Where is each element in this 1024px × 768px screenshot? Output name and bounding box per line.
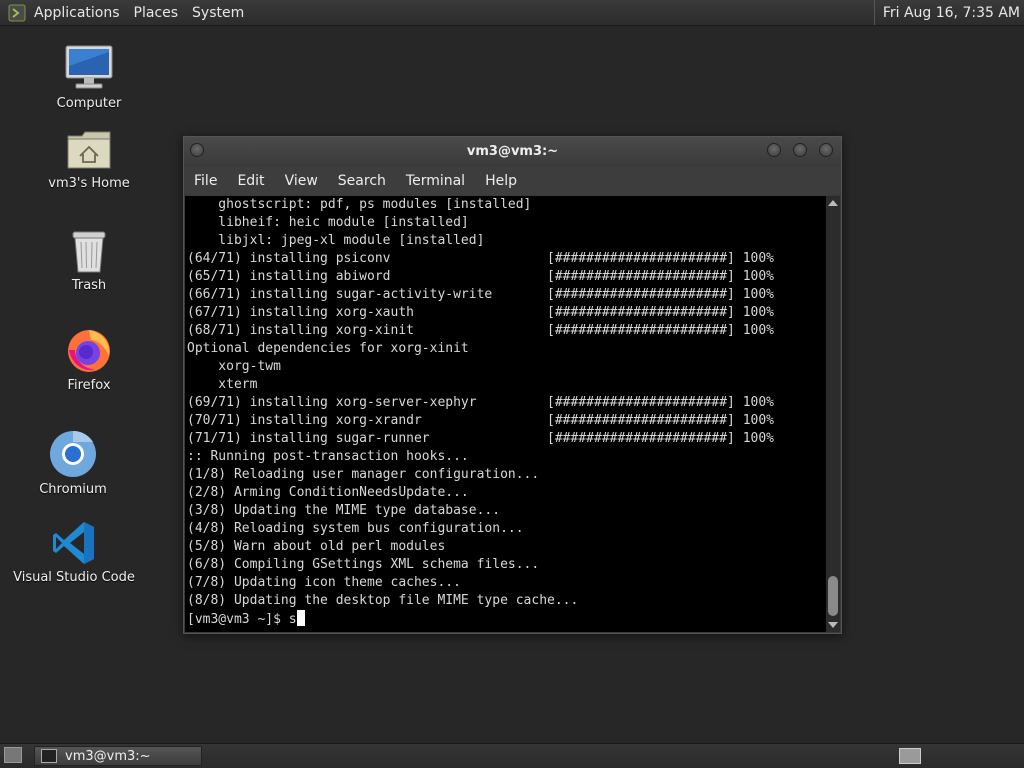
firefox-icon [68, 330, 110, 372]
home-folder-icon [67, 131, 111, 169]
terminal-prompt: [vm3@vm3 ~]$ [187, 612, 289, 627]
terminal-line: (6/8) Compiling GSettings XML schema fil… [187, 557, 540, 572]
taskbar-item-label: vm3@vm3:~ [65, 748, 151, 764]
desktop-icon-computer[interactable]: Computer [52, 44, 126, 111]
desktop-icon-home[interactable]: vm3's Home [44, 128, 134, 191]
menu-file[interactable]: File [194, 173, 217, 189]
taskbar-item-terminal[interactable]: vm3@vm3:~ [34, 746, 202, 766]
desktop-icon-label: vm3's Home [48, 176, 130, 191]
menu-edit[interactable]: Edit [237, 173, 264, 189]
scroll-up-arrow-icon[interactable] [828, 200, 838, 206]
applications-logo-icon[interactable] [8, 4, 26, 22]
terminal-line: (69/71) installing xorg-server-xephyr [#… [187, 395, 774, 410]
vscode-icon [53, 522, 94, 564]
terminal-line: libjxl: jpeg-xl module [installed] [187, 233, 485, 248]
terminal-line: (4/8) Reloading system bus configuration… [187, 521, 524, 536]
menu-help[interactable]: Help [485, 173, 517, 189]
top-panel: Applications Places System Fri Aug 16, 7… [0, 0, 1024, 26]
terminal-line: (71/71) installing sugar-runner [#######… [187, 431, 774, 446]
desktop-icon-label: Visual Studio Code [13, 570, 135, 585]
menu-system[interactable]: System [192, 5, 244, 21]
workspace-switcher[interactable] [899, 748, 921, 764]
terminal-window[interactable]: vm3@vm3:~ File Edit View Search Terminal… [183, 136, 842, 634]
minimize-icon[interactable] [767, 143, 781, 157]
desktop-icon-label: Firefox [67, 378, 111, 393]
close-icon[interactable] [819, 143, 833, 157]
terminal-line: xterm [187, 377, 258, 392]
terminal-line: (68/71) installing xorg-xinit [#########… [187, 323, 774, 338]
terminal-line: libheif: heic module [installed] [187, 215, 469, 230]
desktop-icon-label: Chromium [39, 482, 107, 497]
terminal-output[interactable]: ghostscript: pdf, ps modules [installed]… [185, 196, 826, 632]
terminal-icon [41, 749, 57, 763]
chromium-icon [50, 430, 96, 477]
panel-menus: Applications Places System [8, 0, 258, 25]
terminal-line: (64/71) installing psiconv [############… [187, 251, 774, 266]
terminal-line: (70/71) installing xorg-xrandr [########… [187, 413, 774, 428]
computer-icon [65, 45, 113, 89]
maximize-icon[interactable] [793, 143, 807, 157]
terminal-line: (1/8) Reloading user manager configurati… [187, 467, 540, 482]
terminal-line: ghostscript: pdf, ps modules [installed] [187, 197, 532, 212]
terminal-cursor [296, 610, 305, 626]
menu-places[interactable]: Places [134, 5, 179, 21]
menu-view[interactable]: View [285, 173, 318, 189]
terminal-prompt-line[interactable]: [vm3@vm3 ~]$ s [185, 610, 826, 628]
clock[interactable]: Fri Aug 16, 7:35 AM [873, 0, 1024, 25]
window-titlebar[interactable]: vm3@vm3:~ [184, 137, 841, 167]
menu-search[interactable]: Search [338, 173, 386, 189]
terminal-line: (8/8) Updating the desktop file MIME typ… [187, 593, 579, 608]
trash-icon [72, 231, 106, 273]
terminal-line: (2/8) Arming ConditionNeedsUpdate... [187, 485, 469, 500]
scroll-down-arrow-icon[interactable] [828, 622, 838, 628]
terminal-input[interactable]: s [289, 612, 297, 627]
show-desktop-icon[interactable] [4, 747, 22, 763]
menu-terminal[interactable]: Terminal [406, 173, 465, 189]
terminal-line: (3/8) Updating the MIME type database... [187, 503, 501, 518]
desktop-icon-vscode[interactable]: Visual Studio Code [12, 520, 136, 585]
menu-applications[interactable]: Applications [34, 5, 120, 21]
window-menubar: File Edit View Search Terminal Help [184, 167, 841, 195]
terminal-line: xorg-twm [187, 359, 281, 374]
desktop-icon-trash[interactable]: Trash [58, 228, 120, 293]
terminal-line: (67/71) installing xorg-xauth [#########… [187, 305, 774, 320]
terminal-line: (7/8) Updating icon theme caches... [187, 575, 461, 590]
bottom-panel: vm3@vm3:~ [0, 743, 1024, 768]
terminal-line: (65/71) installing abiword [############… [187, 269, 774, 284]
terminal-line: (5/8) Warn about old perl modules [187, 539, 446, 554]
terminal-line: (66/71) installing sugar-activity-write … [187, 287, 774, 302]
desktop-icon-firefox[interactable]: Firefox [58, 326, 120, 393]
terminal-line: Optional dependencies for xorg-xinit [187, 341, 469, 356]
desktop-icon-chromium[interactable]: Chromium [38, 430, 108, 497]
terminal-line: :: Running post-transaction hooks... [187, 449, 469, 464]
scrollbar-thumb[interactable] [828, 576, 838, 616]
window-title: vm3@vm3:~ [466, 144, 559, 159]
desktop-icon-label: Computer [56, 96, 122, 111]
desktop-icon-label: Trash [71, 278, 107, 293]
terminal-scrollbar[interactable] [826, 196, 840, 632]
